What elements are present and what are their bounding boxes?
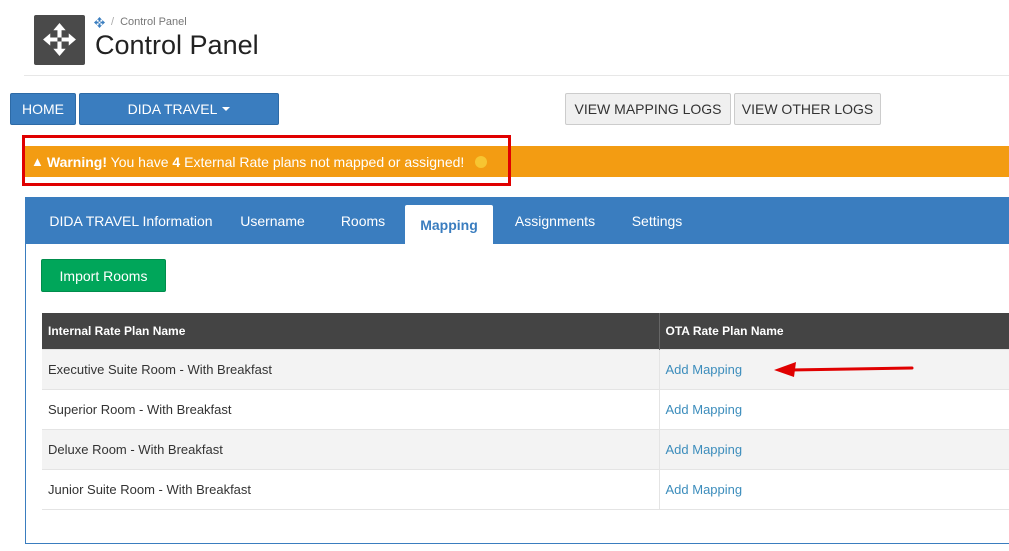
annotation-arrow-icon: [774, 362, 914, 377]
warning-text-before: You have: [107, 153, 173, 170]
warning-count: 4: [172, 153, 181, 170]
move-arrows-icon: [43, 23, 76, 56]
rate-plan-name: Executive Suite Room - With Breakfast: [42, 348, 659, 389]
breadcrumb: / Control Panel: [94, 16, 187, 28]
rate-plan-name: Junior Suite Room - With Breakfast: [42, 468, 659, 510]
channel-dropdown-button[interactable]: DIDA TRAVEL: [79, 93, 279, 125]
tab-information[interactable]: DIDA TRAVEL Information: [36, 198, 226, 244]
move-arrows-icon[interactable]: [94, 16, 105, 28]
view-other-logs-button[interactable]: VIEW OTHER LOGS: [734, 93, 881, 125]
table-row: Deluxe Room - With Breakfast Add Mapping: [42, 428, 1009, 469]
add-mapping-link[interactable]: Add Mapping: [666, 482, 743, 497]
channel-dropdown-label: DIDA TRAVEL: [127, 101, 218, 117]
info-icon[interactable]: [475, 155, 488, 168]
tab-mapping[interactable]: Mapping: [405, 205, 493, 244]
column-header-ota: OTA Rate Plan Name: [658, 313, 1009, 349]
tab-username[interactable]: Username: [226, 198, 319, 244]
caret-down-icon: [222, 107, 231, 111]
warning-strong: Warning!: [46, 153, 108, 170]
warning-text-after: External Rate plans not mapped or assign…: [180, 153, 465, 170]
tab-rooms[interactable]: Rooms: [323, 198, 403, 244]
app-logo: [34, 15, 85, 65]
home-button[interactable]: HOME: [10, 93, 76, 125]
page-title: Control Panel: [95, 30, 259, 60]
table-row: Junior Suite Room - With Breakfast Add M…: [42, 468, 1009, 510]
rate-plan-name: Superior Room - With Breakfast: [42, 388, 659, 429]
breadcrumb-separator: /: [111, 16, 115, 28]
column-header-internal: Internal Rate Plan Name: [42, 313, 659, 349]
header-divider: [24, 75, 1009, 76]
import-rooms-button[interactable]: Import Rooms: [41, 259, 166, 292]
table-row: Superior Room - With Breakfast Add Mappi…: [42, 388, 1009, 429]
tab-settings[interactable]: Settings: [616, 198, 698, 244]
rate-plan-name: Deluxe Room - With Breakfast: [42, 428, 659, 469]
warning-triangle-icon: ▲: [31, 154, 44, 169]
add-mapping-link[interactable]: Add Mapping: [666, 402, 743, 417]
warning-alert: ▲ Warning! You have 4 External Rate plan…: [24, 146, 1009, 177]
tab-assignments[interactable]: Assignments: [496, 198, 614, 244]
tab-bar: DIDA TRAVEL Information Username Rooms M…: [26, 198, 1009, 244]
breadcrumb-current: Control Panel: [120, 16, 187, 28]
table-header-row: Internal Rate Plan Name OTA Rate Plan Na…: [42, 313, 1009, 349]
mapping-table: Internal Rate Plan Name OTA Rate Plan Na…: [42, 313, 1009, 510]
view-mapping-logs-button[interactable]: VIEW MAPPING LOGS: [565, 93, 731, 125]
add-mapping-link[interactable]: Add Mapping: [666, 362, 743, 377]
add-mapping-link[interactable]: Add Mapping: [666, 442, 743, 457]
